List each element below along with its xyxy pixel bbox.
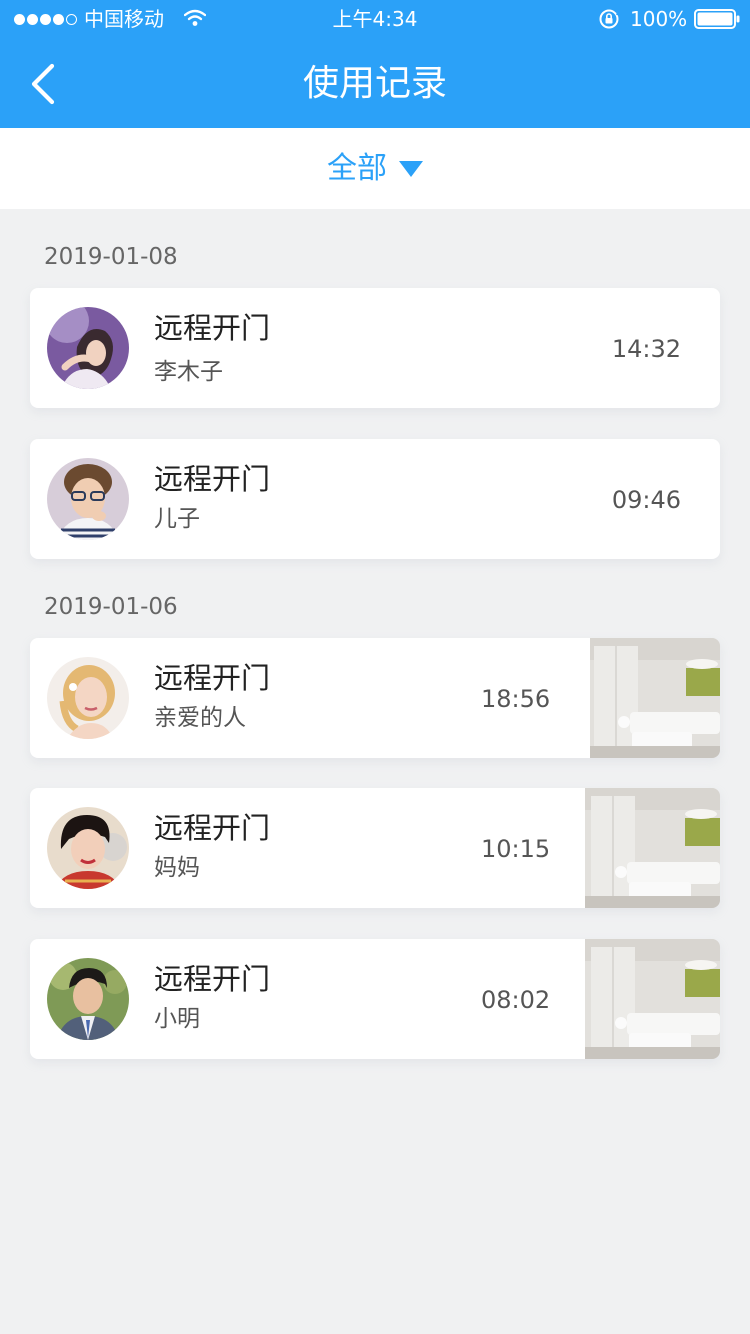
snapshot-thumbnail[interactable] (585, 788, 720, 908)
avatar (47, 307, 129, 389)
snapshot-thumbnail[interactable] (590, 638, 720, 758)
record-card[interactable]: 远程开门 儿子 09:46 (30, 439, 720, 559)
record-card[interactable]: 远程开门 小明 08:02 (30, 939, 720, 1059)
record-card[interactable]: 远程开门 李木子 14:32 (30, 288, 720, 408)
record-card[interactable]: 远程开门 妈妈 10:15 (30, 788, 720, 908)
record-action: 远程开门 (154, 811, 271, 845)
record-action: 远程开门 (154, 311, 271, 345)
record-person: 亲爱的人 (154, 705, 246, 731)
battery-icon (694, 9, 740, 29)
avatar (47, 958, 129, 1040)
record-action: 远程开门 (154, 462, 271, 496)
avatar (47, 458, 129, 540)
record-card[interactable]: 远程开门 亲爱的人 18:56 (30, 638, 720, 758)
record-action: 远程开门 (154, 962, 271, 996)
record-time: 14:32 (611, 335, 681, 363)
status-bar: 中国移动 上午4:34 100% (0, 0, 750, 40)
filter-dropdown[interactable]: 全部 (0, 128, 750, 209)
app-header: 中国移动 上午4:34 100% 使用记录 (0, 0, 750, 128)
record-person: 妈妈 (154, 855, 200, 881)
triangle-down-icon (399, 160, 423, 177)
filter-label: 全部 (327, 150, 387, 186)
rotation-lock-icon (599, 9, 620, 29)
date-header: 2019-01-08 (44, 244, 178, 270)
record-time: 18:56 (481, 685, 551, 713)
snapshot-thumbnail[interactable] (585, 939, 720, 1059)
record-time: 08:02 (481, 986, 551, 1014)
page-title: 使用记录 (302, 63, 447, 104)
battery-percentage: 100% (630, 7, 688, 31)
record-person: 李木子 (154, 359, 223, 385)
avatar (47, 657, 129, 739)
record-time: 09:46 (611, 486, 681, 514)
avatar (47, 807, 129, 889)
record-action: 远程开门 (154, 661, 271, 695)
record-time: 10:15 (481, 835, 551, 863)
date-header: 2019-01-06 (44, 594, 178, 620)
record-person: 小明 (154, 1006, 200, 1032)
record-person: 儿子 (154, 506, 200, 532)
